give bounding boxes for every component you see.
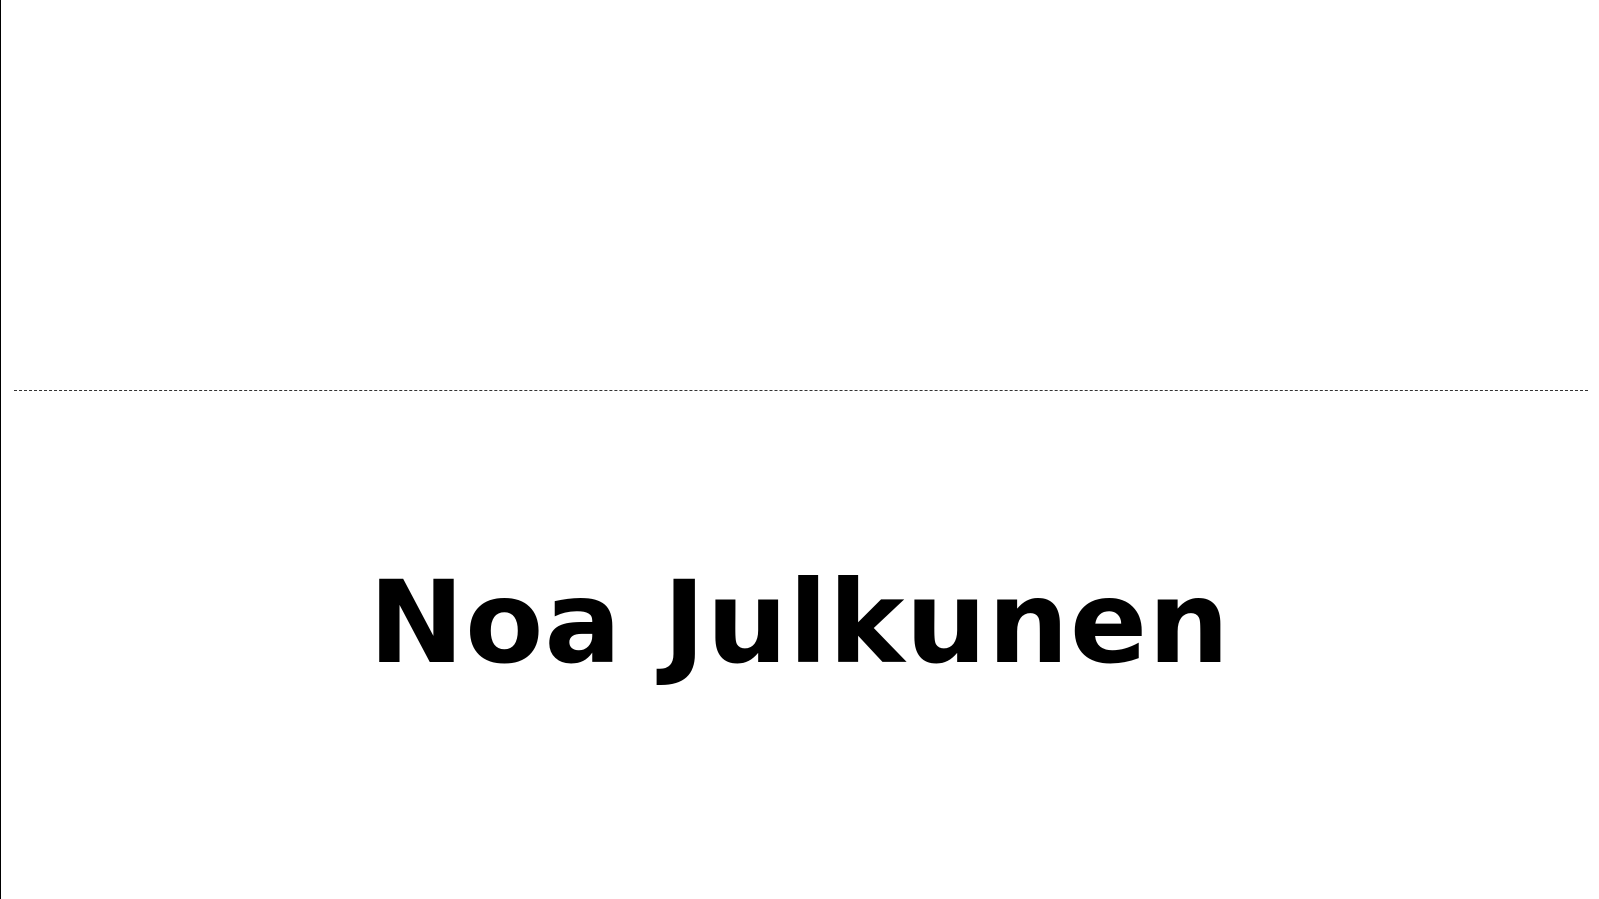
name-card: Noa Julkunen [0,0,1599,899]
fold-line [14,390,1588,391]
name-label: Noa Julkunen [368,556,1231,689]
page-left-border [0,0,1,899]
